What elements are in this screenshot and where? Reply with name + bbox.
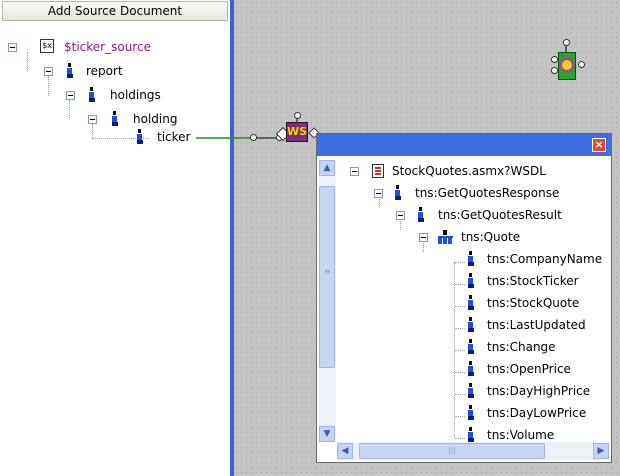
tree-node-label: tns:GetQuotesResult xyxy=(438,208,562,222)
function-input-port[interactable] xyxy=(551,56,558,63)
function-input-port[interactable] xyxy=(563,39,570,46)
scroll-down-button[interactable]: ▼ xyxy=(319,426,335,442)
tree-node-field[interactable]: tns:Volume xyxy=(337,426,607,444)
tree-node-label: StockQuotes.asmx?WSDL xyxy=(392,164,546,178)
tree-node-label: tns:DayLowPrice xyxy=(487,406,587,420)
element-icon xyxy=(467,317,475,333)
tree-node-label: tns:LastUpdated xyxy=(487,318,586,332)
ws-input-port[interactable] xyxy=(294,112,301,119)
complex-type-icon xyxy=(438,230,453,244)
element-icon xyxy=(467,295,475,311)
tree-line xyxy=(455,394,465,395)
vertical-scrollbar[interactable]: ▲ ≡ ▼ xyxy=(319,160,336,442)
tree-line xyxy=(455,372,465,373)
tree-node-label: tns:GetQuotesResponse xyxy=(415,186,560,200)
collapse-toggle[interactable] xyxy=(374,189,383,198)
web-service-block[interactable]: WS xyxy=(286,122,308,142)
tree-node-quote[interactable]: tns:Quote xyxy=(337,228,607,246)
function-output-port[interactable] xyxy=(578,61,585,68)
tree-node-getquotesresult[interactable]: tns:GetQuotesResult xyxy=(337,206,607,224)
tree-line xyxy=(455,328,465,329)
scroll-left-button[interactable]: ◀ xyxy=(337,443,353,459)
tree-line xyxy=(455,416,465,417)
tree-node-label: tns:Volume xyxy=(487,428,555,442)
element-icon xyxy=(394,185,402,201)
collapse-toggle[interactable] xyxy=(419,233,428,242)
link-endpoint[interactable] xyxy=(250,134,257,141)
tree-node-field[interactable]: tns:StockQuote xyxy=(337,294,607,312)
grip-icon: ≡ xyxy=(324,267,331,276)
tree-node-label: tns:Change xyxy=(487,340,556,354)
scroll-up-button[interactable]: ▲ xyxy=(319,160,335,176)
tree-node-field[interactable]: tns:LastUpdated xyxy=(337,316,607,334)
tree-node-field[interactable]: tns:StockTicker xyxy=(337,272,607,290)
tree-line xyxy=(455,438,465,439)
tree-node-field[interactable]: tns:Change xyxy=(337,338,607,356)
element-icon xyxy=(467,427,475,443)
tree-node-label: tns:Quote xyxy=(461,230,521,244)
tree-node-label: tns:StockQuote xyxy=(487,296,580,310)
tree-node-field[interactable]: tns:CompanyName xyxy=(337,250,607,268)
tree-node-label: tns:StockTicker xyxy=(487,274,579,288)
element-icon xyxy=(467,383,475,399)
tree-node-wsdl-root[interactable]: StockQuotes.asmx?WSDL xyxy=(337,162,607,180)
tree-node-field[interactable]: tns:OpenPrice xyxy=(337,360,607,378)
vertical-scroll-thumb[interactable]: ≡ xyxy=(319,186,335,368)
element-icon xyxy=(467,361,475,377)
tree-node-label: tns:CompanyName xyxy=(487,252,603,266)
tree-node-label: tns:OpenPrice xyxy=(487,362,571,376)
function-block[interactable] xyxy=(558,52,576,80)
web-service-schema-popup[interactable]: × ▲ ≡ ▼ ◀ ||| ▶ StockQuotes.asmx?WSDL tn… xyxy=(316,133,612,463)
tree-line xyxy=(455,306,465,307)
tree-line xyxy=(455,284,465,285)
horizontal-scroll-thumb[interactable]: ||| xyxy=(359,443,545,459)
tree-line xyxy=(455,350,465,351)
tree-line xyxy=(455,262,465,263)
function-input-port[interactable] xyxy=(551,67,558,74)
element-icon xyxy=(467,273,475,289)
element-icon xyxy=(467,339,475,355)
tree-node-field[interactable]: tns:DayHighPrice xyxy=(337,382,607,400)
element-icon xyxy=(467,405,475,421)
wsdl-document-icon xyxy=(372,164,384,178)
grip-icon: ||| xyxy=(448,446,457,455)
element-icon xyxy=(467,251,475,267)
collapse-toggle[interactable] xyxy=(396,211,405,220)
tree-node-field[interactable]: tns:DayLowPrice xyxy=(337,404,607,422)
element-icon xyxy=(417,207,425,223)
tree-node-getquotesresponse[interactable]: tns:GetQuotesResponse xyxy=(337,184,607,202)
close-button[interactable]: × xyxy=(592,138,606,152)
collapse-toggle[interactable] xyxy=(350,167,359,176)
tree-node-label: tns:DayHighPrice xyxy=(487,384,591,398)
horizontal-scrollbar[interactable]: ◀ ||| ▶ xyxy=(337,442,609,460)
popup-title-bar[interactable]: × xyxy=(317,134,611,156)
scroll-right-button[interactable]: ▶ xyxy=(593,443,609,459)
